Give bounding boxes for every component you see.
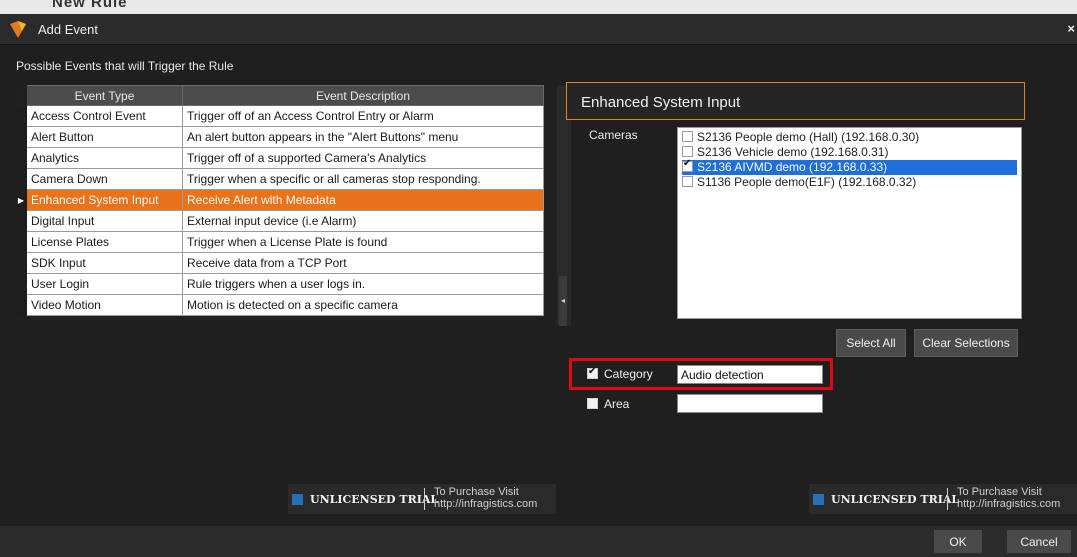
event-row[interactable]: Analytics Trigger off of a supported Came… bbox=[15, 147, 544, 169]
event-description-cell[interactable]: Trigger when a specific or all cameras s… bbox=[182, 168, 544, 190]
event-row[interactable]: User Login Rule triggers when a user logs… bbox=[15, 273, 544, 295]
annotation-highlight-box bbox=[569, 358, 833, 390]
camera-list-item[interactable]: S1136 People demo(E1F) (192.168.0.32) bbox=[682, 175, 916, 190]
event-row[interactable]: ▶ Enhanced System Input Receive Alert with… bbox=[15, 189, 544, 211]
app-logo-icon bbox=[10, 21, 26, 38]
event-description-cell[interactable]: External input device (i.e Alarm) bbox=[182, 210, 544, 232]
close-icon[interactable]: × bbox=[1067, 21, 1075, 36]
clear-selections-button[interactable]: Clear Selections bbox=[914, 329, 1018, 357]
event-description-cell[interactable]: Receive Alert with Metadata bbox=[182, 189, 544, 211]
select-all-button[interactable]: Select All bbox=[836, 329, 906, 357]
trial-banner-left[interactable]: UNLICENSED TRIAL To Purchase Visit http:… bbox=[288, 484, 556, 514]
camera-label: S2136 AIVMD demo (192.168.0.33) bbox=[697, 160, 888, 174]
event-type-cell[interactable]: Access Control Event bbox=[26, 105, 183, 127]
event-type-cell[interactable]: Alert Button bbox=[26, 126, 183, 148]
event-description-cell[interactable]: An alert button appears in the "Alert Bu… bbox=[182, 126, 544, 148]
camera-list: S2136 People demo (Hall) (192.168.0.30) S… bbox=[677, 127, 1022, 319]
camera-checkbox[interactable] bbox=[682, 131, 693, 142]
event-row[interactable]: Digital Input External input device (i.e … bbox=[15, 210, 544, 232]
trial-banner-line2: http://infragistics.com bbox=[434, 498, 538, 510]
event-description-cell[interactable]: Motion is detected on a specific camera bbox=[182, 294, 544, 316]
event-type-cell[interactable]: Camera Down bbox=[26, 168, 183, 190]
background-window-strip: New Rule bbox=[0, 0, 1077, 14]
trial-banner-line1: To Purchase Visit bbox=[957, 486, 1042, 498]
event-row[interactable]: Camera Down Trigger when a specific or al… bbox=[15, 168, 544, 190]
area-input[interactable] bbox=[677, 394, 823, 413]
trial-banner-title: UNLICENSED TRIAL bbox=[310, 493, 439, 506]
trial-banner-line2: http://infragistics.com bbox=[957, 498, 1061, 510]
row-header-cell[interactable] bbox=[15, 126, 27, 148]
infragistics-logo-icon bbox=[292, 494, 303, 505]
trial-banner-title: UNLICENSED TRIAL bbox=[831, 493, 960, 506]
area-checkbox[interactable] bbox=[587, 398, 598, 409]
event-type-cell[interactable]: License Plates bbox=[26, 231, 183, 253]
event-detail-title: Enhanced System Input bbox=[581, 94, 741, 111]
dialog-button-bar: OK Cancel bbox=[0, 526, 1077, 557]
event-type-cell[interactable]: Analytics bbox=[26, 147, 183, 169]
row-header-corner bbox=[15, 85, 27, 106]
cancel-button[interactable]: Cancel bbox=[1007, 530, 1071, 553]
event-row[interactable]: SDK Input Receive data from a TCP Port bbox=[15, 252, 544, 274]
ok-button[interactable]: OK bbox=[934, 530, 982, 553]
event-type-cell[interactable]: Enhanced System Input bbox=[26, 189, 183, 211]
event-description-cell[interactable]: Trigger off of an Access Control Entry o… bbox=[182, 105, 544, 127]
event-type-cell[interactable]: Video Motion bbox=[26, 294, 183, 316]
title-bar: Add Event × bbox=[0, 14, 1077, 45]
background-window-title: New Rule bbox=[52, 0, 128, 11]
camera-label: S1136 People demo(E1F) (192.168.0.32) bbox=[697, 175, 917, 189]
row-header-cell[interactable] bbox=[15, 168, 27, 190]
section-subtitle: Possible Events that will Trigger the Ru… bbox=[16, 59, 234, 73]
trial-banner-divider bbox=[424, 488, 425, 510]
window-title: Add Event bbox=[38, 22, 98, 37]
event-description-cell[interactable]: Trigger off of a supported Camera's Anal… bbox=[182, 147, 544, 169]
event-detail-header: Enhanced System Input bbox=[566, 82, 1025, 120]
camera-label: S2136 People demo (Hall) (192.168.0.30) bbox=[697, 130, 920, 144]
row-header-cell[interactable] bbox=[15, 273, 27, 295]
camera-list-item[interactable]: S2136 AIVMD demo (192.168.0.33) bbox=[682, 158, 1017, 175]
event-type-cell[interactable]: User Login bbox=[26, 273, 183, 295]
event-row[interactable]: License Plates Trigger when a License Pla… bbox=[15, 231, 544, 253]
area-label: Area bbox=[604, 397, 630, 411]
trial-banner-line1: To Purchase Visit bbox=[434, 486, 519, 498]
event-row[interactable]: Alert Button An alert button appears in t… bbox=[15, 126, 544, 148]
panel-splitter-handle[interactable]: ◂ bbox=[559, 276, 567, 326]
column-header-event-description[interactable]: Event Description bbox=[182, 85, 544, 106]
camera-label: S2136 Vehicle demo (192.168.0.31) bbox=[697, 145, 889, 159]
event-description-cell[interactable]: Receive data from a TCP Port bbox=[182, 252, 544, 274]
cameras-label: Cameras bbox=[589, 128, 638, 142]
column-header-event-type[interactable]: Event Type bbox=[26, 85, 183, 106]
row-header-cell[interactable] bbox=[15, 147, 27, 169]
event-type-cell[interactable]: SDK Input bbox=[26, 252, 183, 274]
camera-list-item[interactable]: S2136 Vehicle demo (192.168.0.31) bbox=[682, 145, 888, 160]
event-description-cell[interactable]: Trigger when a License Plate is found bbox=[182, 231, 544, 253]
row-header-cell[interactable] bbox=[15, 210, 27, 232]
camera-checkbox[interactable] bbox=[682, 176, 693, 187]
event-row[interactable]: Access Control Event Trigger off of an Ac… bbox=[15, 105, 544, 127]
event-type-cell[interactable]: Digital Input bbox=[26, 210, 183, 232]
camera-checkbox[interactable] bbox=[682, 158, 693, 172]
row-header-cell[interactable] bbox=[15, 105, 27, 127]
event-grid: Event Type Event Description Access Cont… bbox=[15, 85, 571, 325]
row-header-cell[interactable] bbox=[15, 294, 27, 316]
trial-banner-divider bbox=[947, 488, 948, 510]
row-selected-indicator-icon[interactable]: ▶ bbox=[15, 189, 27, 211]
row-header-cell[interactable] bbox=[15, 231, 27, 253]
event-description-cell[interactable]: Rule triggers when a user logs in. bbox=[182, 273, 544, 295]
row-header-cell[interactable] bbox=[15, 252, 27, 274]
camera-checkbox[interactable] bbox=[682, 146, 693, 157]
trial-banner-right[interactable]: UNLICENSED TRIAL To Purchase Visit http:… bbox=[809, 484, 1077, 514]
infragistics-logo-icon bbox=[813, 494, 824, 505]
camera-list-item[interactable]: S2136 People demo (Hall) (192.168.0.30) bbox=[682, 130, 919, 145]
event-row[interactable]: Video Motion Motion is detected on a spec… bbox=[15, 294, 544, 316]
